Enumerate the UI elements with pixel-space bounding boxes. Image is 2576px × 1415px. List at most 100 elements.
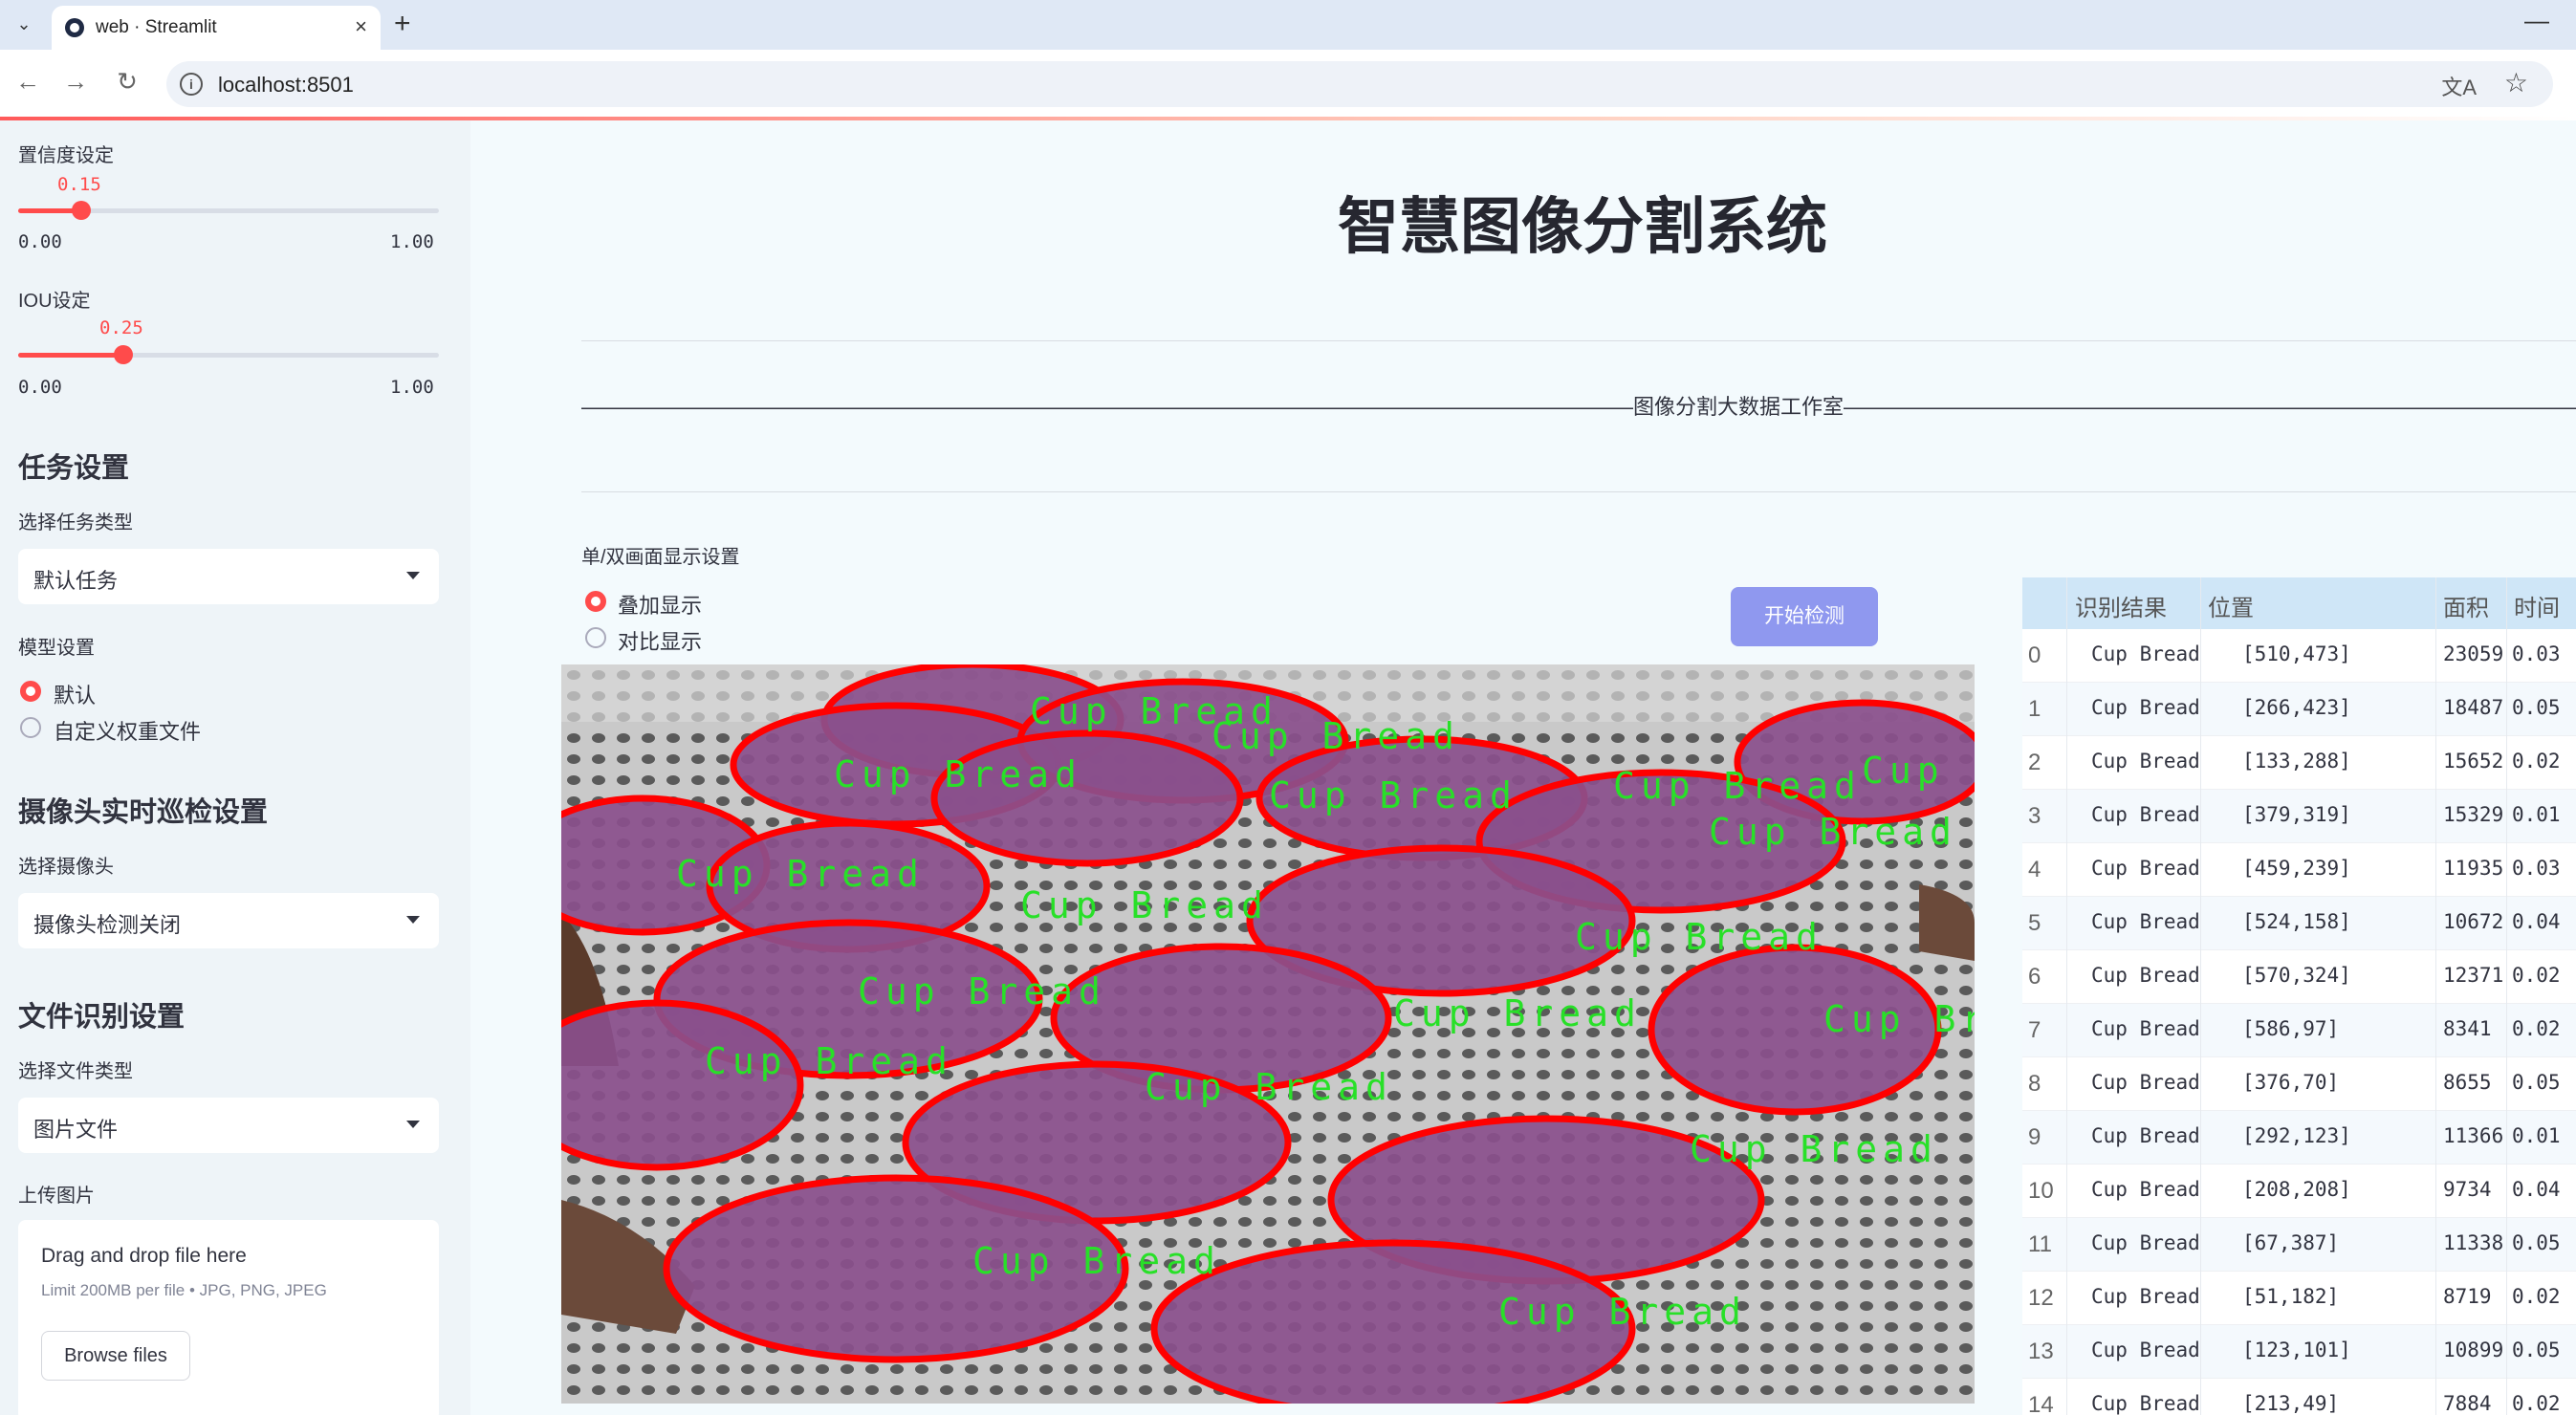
row-position: [67,387] <box>2242 1231 2340 1254</box>
row-time: 0.02 <box>2512 750 2561 773</box>
table-row[interactable]: 2 Cup Bread [133,288] 15652 0.02 <box>2022 736 2576 790</box>
studio-dashes-left: ————————————————————————————————————————… <box>581 395 1633 419</box>
model-custom-label[interactable]: 自定义权重文件 <box>54 715 201 746</box>
back-icon[interactable]: ← <box>11 67 44 97</box>
row-time: 0.02 <box>2512 1392 2561 1415</box>
header-result[interactable]: 识别结果 <box>2075 589 2167 622</box>
confidence-value: 0.15 <box>57 174 101 195</box>
row-time: 0.02 <box>2512 1017 2561 1040</box>
row-index: 8 <box>2028 1071 2041 1097</box>
task-type-value: 默认任务 <box>33 569 119 593</box>
results-table[interactable]: 识别结果 位置 面积 时间 0 Cup Bread [510,473] 23059 0.… <box>2022 577 2576 1415</box>
table-row[interactable]: 11 Cup Bread [67,387] 11338 0.05 <box>2022 1218 2576 1272</box>
segment-label: Cup Bread <box>1709 811 1957 853</box>
row-result: Cup Bread <box>2091 857 2200 880</box>
compare-display-radio[interactable] <box>585 627 606 648</box>
row-result: Cup Bread <box>2091 1178 2200 1201</box>
upload-label: 上传图片 <box>18 1186 95 1207</box>
row-position: [213,49] <box>2242 1392 2340 1415</box>
divider <box>581 491 2576 492</box>
tab-list-chevron-icon[interactable]: ⌄ <box>10 10 38 38</box>
table-row[interactable]: 12 Cup Bread [51,182] 8719 0.02 <box>2022 1272 2576 1325</box>
model-custom-radio[interactable] <box>20 717 41 738</box>
task-type-select[interactable]: 默认任务 <box>18 549 439 604</box>
segment-label: Cup Bread <box>676 853 925 895</box>
file-type-select[interactable]: 图片文件 <box>18 1098 439 1153</box>
iou-max: 1.00 <box>390 377 434 398</box>
table-row[interactable]: 5 Cup Bread [524,158] 10672 0.04 <box>2022 897 2576 950</box>
camera-settings-heading: 摄像头实时巡检设置 <box>18 797 269 828</box>
table-row[interactable]: 4 Cup Bread [459,239] 11935 0.03 <box>2022 843 2576 897</box>
streamlit-favicon-icon <box>65 18 84 37</box>
iou-slider[interactable] <box>18 345 439 364</box>
translate-icon[interactable]: 文A <box>2441 71 2477 101</box>
site-info-icon[interactable]: i <box>180 73 203 96</box>
browser-tab[interactable]: web · Streamlit × <box>52 6 381 50</box>
table-row[interactable]: 3 Cup Bread [379,319] 15329 0.01 <box>2022 790 2576 843</box>
row-index: 2 <box>2028 750 2041 775</box>
table-row[interactable]: 10 Cup Bread [208,208] 9734 0.04 <box>2022 1165 2576 1218</box>
table-row[interactable]: 1 Cup Bread [266,423] 18487 0.05 <box>2022 683 2576 736</box>
segment-label: Cup Bread <box>1498 1291 1747 1333</box>
segment-label: Cup Bread <box>972 1240 1221 1282</box>
header-position[interactable]: 位置 <box>2208 589 2254 622</box>
table-row[interactable]: 14 Cup Bread [213,49] 7884 0.02 <box>2022 1379 2576 1415</box>
table-row[interactable]: 8 Cup Bread [376,70] 8655 0.05 <box>2022 1057 2576 1111</box>
row-time: 0.04 <box>2512 1178 2561 1201</box>
table-row[interactable]: 7 Cup Bread [586,97] 8341 0.02 <box>2022 1004 2576 1057</box>
row-result: Cup Bread <box>2091 1285 2200 1308</box>
table-row[interactable]: 0 Cup Bread [510,473] 23059 0.03 <box>2022 629 2576 683</box>
row-position: [379,319] <box>2242 803 2351 826</box>
minimize-window-icon[interactable]: — <box>2524 6 2549 35</box>
row-area: 18487 <box>2443 696 2504 719</box>
segment-label: Cup Bread <box>705 1040 953 1082</box>
overlay-display-label[interactable]: 叠加显示 <box>618 589 702 620</box>
iou-slider-handle[interactable] <box>114 345 133 364</box>
row-position: [208,208] <box>2242 1178 2351 1201</box>
row-index: 5 <box>2028 910 2041 936</box>
forward-icon[interactable]: → <box>59 67 92 97</box>
bookmark-star-icon[interactable]: ☆ <box>2504 67 2528 98</box>
file-dropzone[interactable]: Drag and drop file here Limit 200MB per … <box>18 1220 439 1415</box>
segment-label: Cup Bread <box>1145 1066 1393 1108</box>
overlay-display-radio[interactable] <box>585 591 606 612</box>
segment-mask <box>561 999 804 1171</box>
row-area: 10899 <box>2443 1339 2504 1361</box>
reload-icon[interactable]: ↻ <box>111 67 143 97</box>
header-time[interactable]: 时间 <box>2514 589 2560 622</box>
browse-files-button[interactable]: Browse files <box>41 1331 190 1381</box>
row-result: Cup Bread <box>2091 1231 2200 1254</box>
confidence-label: 置信度设定 <box>18 145 114 166</box>
table-row[interactable]: 13 Cup Bread [123,101] 10899 0.05 <box>2022 1325 2576 1379</box>
model-default-label[interactable]: 默认 <box>54 679 96 709</box>
confidence-slider-handle[interactable] <box>72 201 91 220</box>
row-time: 0.03 <box>2512 857 2561 880</box>
new-tab-icon[interactable]: + <box>394 8 411 40</box>
column-divider <box>2506 577 2507 1415</box>
segment-label: Cup Bread <box>1393 992 1642 1034</box>
segment-label: Cup Bread <box>858 970 1106 1012</box>
omnibox[interactable]: i localhost:8501 文A ☆ <box>166 61 2553 107</box>
row-area: 15329 <box>2443 803 2504 826</box>
table-row[interactable]: 9 Cup Bread [292,123] 11366 0.01 <box>2022 1111 2576 1165</box>
compare-display-label[interactable]: 对比显示 <box>618 625 702 656</box>
row-index: 3 <box>2028 803 2041 829</box>
row-area: 11366 <box>2443 1124 2504 1147</box>
dropzone-title: Drag and drop file here <box>41 1245 247 1267</box>
row-position: [510,473] <box>2242 642 2351 665</box>
camera-select-value: 摄像头检测关闭 <box>33 913 182 937</box>
iou-slider-fill <box>18 353 123 358</box>
row-index: 1 <box>2028 696 2041 722</box>
header-area[interactable]: 面积 <box>2443 589 2489 622</box>
close-tab-icon[interactable]: × <box>355 14 367 39</box>
row-position: [266,423] <box>2242 696 2351 719</box>
table-row[interactable]: 6 Cup Bread [570,324] 12371 0.02 <box>2022 950 2576 1004</box>
row-index: 12 <box>2028 1285 2054 1311</box>
camera-select[interactable]: 摄像头检测关闭 <box>18 893 439 948</box>
start-detection-button[interactable]: 开始检测 <box>1731 587 1878 646</box>
row-position: [570,324] <box>2242 964 2351 987</box>
segment-label: Cup Bread <box>834 753 1082 795</box>
confidence-slider[interactable] <box>18 201 439 220</box>
row-index: 14 <box>2028 1392 2054 1415</box>
model-default-radio[interactable] <box>20 681 41 702</box>
